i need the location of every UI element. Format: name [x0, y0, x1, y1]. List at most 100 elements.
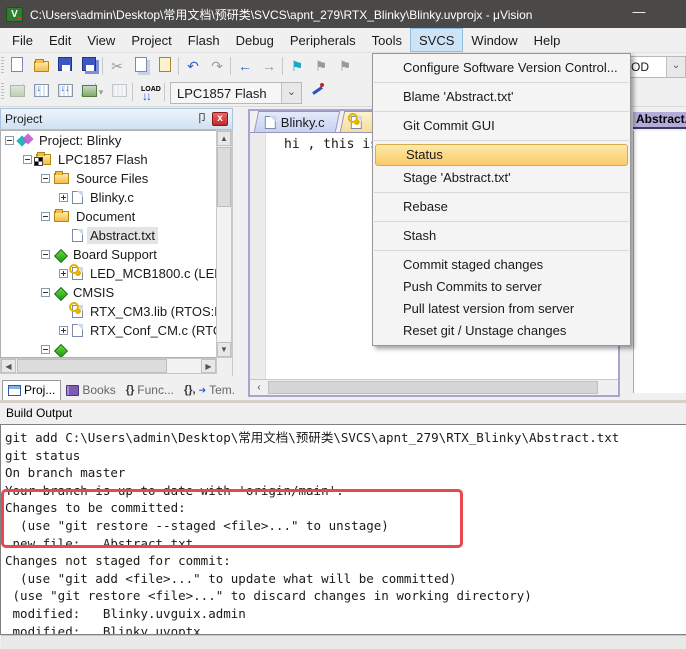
rebuild-icon[interactable]: ↓↓ — [56, 83, 74, 101]
tab-blinky-c[interactable]: Blinky.c — [254, 111, 340, 132]
menu-item-status[interactable]: Status — [375, 144, 628, 166]
expand-icon[interactable] — [59, 269, 68, 278]
collapse-icon[interactable] — [5, 136, 14, 145]
next-bookmark-icon[interactable]: ⚑ — [336, 57, 354, 75]
minimize-button[interactable]: — — [622, 0, 656, 28]
menu-debug[interactable]: Debug — [228, 28, 282, 52]
scrollbar-thumb[interactable] — [17, 359, 167, 373]
navigate-forward-icon[interactable]: → — [260, 57, 278, 75]
menu-item-git-commit-gui[interactable]: Git Commit GUI — [373, 115, 630, 137]
build-icon[interactable]: ↓ — [32, 83, 50, 101]
project-horizontal-scrollbar[interactable]: ◀ ▶ — [0, 358, 217, 374]
collapse-icon[interactable] — [41, 345, 50, 354]
scrollbar-thumb[interactable] — [268, 381, 598, 394]
menu-separator — [374, 250, 629, 251]
tab-label: Func... — [137, 383, 174, 397]
menu-item-stash[interactable]: Stash — [373, 225, 630, 247]
tab-abstract-right-pane[interactable]: Abstract.tx — [633, 112, 686, 129]
open-file-icon[interactable] — [32, 57, 50, 75]
menu-help[interactable]: Help — [526, 28, 569, 52]
tree-item-rtx-cm3[interactable]: RTX_CM3.lib (RTOS:K — [1, 302, 217, 321]
menu-item-commit-staged[interactable]: Commit staged changes — [373, 254, 630, 276]
tree-item-project[interactable]: Project: Blinky — [1, 131, 217, 150]
tree-item-board-support[interactable]: Board Support — [1, 245, 217, 264]
toolbar-separator — [178, 57, 179, 75]
undo-icon[interactable]: ↶ — [184, 57, 202, 75]
menu-peripherals[interactable]: Peripherals — [282, 28, 364, 52]
close-panel-icon[interactable]: x — [212, 112, 228, 126]
redo-icon[interactable]: ↷ — [208, 57, 226, 75]
toolbar-separator — [164, 83, 165, 101]
scroll-up-icon[interactable]: ▲ — [217, 131, 231, 146]
options-for-target-icon[interactable] — [308, 83, 326, 101]
save-all-icon[interactable] — [80, 57, 98, 75]
menu-item-configure-svc[interactable]: Configure Software Version Control... — [373, 57, 630, 79]
cut-icon[interactable]: ✂ — [108, 57, 126, 75]
target-select[interactable]: LPC1857 Flash ⌄ — [170, 82, 302, 104]
collapse-icon[interactable] — [41, 212, 50, 221]
expand-icon[interactable] — [59, 326, 68, 335]
tree-item-led-mcb1800[interactable]: LED_MCB1800.c (LED — [1, 264, 217, 283]
tree-item-cmsis[interactable]: CMSIS — [1, 283, 217, 302]
menu-item-pull[interactable]: Pull latest version from server — [373, 298, 630, 320]
chevron-down-icon[interactable]: ⌄ — [281, 83, 301, 103]
tree-item-rtx-conf[interactable]: RTX_Conf_CM.c (RTO — [1, 321, 217, 340]
menu-flash[interactable]: Flash — [180, 28, 228, 52]
expand-icon[interactable] — [59, 193, 68, 202]
menu-item-blame[interactable]: Blame 'Abstract.txt' — [373, 86, 630, 108]
editor-horizontal-scrollbar[interactable]: ‹ — [250, 379, 618, 395]
scroll-right-icon[interactable]: ▶ — [201, 359, 216, 373]
scroll-down-icon[interactable]: ▼ — [217, 342, 231, 357]
software-component-icon — [54, 287, 66, 299]
navigate-back-icon[interactable]: ← — [236, 57, 254, 75]
new-file-icon[interactable] — [8, 57, 26, 75]
paste-icon[interactable] — [156, 57, 174, 75]
pin-icon[interactable]: 卩 — [195, 112, 209, 126]
menu-file[interactable]: File — [4, 28, 41, 52]
collapse-icon[interactable] — [23, 155, 32, 164]
scroll-left-icon[interactable]: ‹ — [252, 381, 266, 394]
tree-item-label: Blinky.c — [87, 189, 137, 206]
search-combo[interactable]: OD ⌄ — [626, 56, 686, 78]
menu-view[interactable]: View — [79, 28, 123, 52]
prev-bookmark-icon[interactable]: ⚑ — [312, 57, 330, 75]
project-panel: Project 卩 x Project: Blinky LPC1857 Flas… — [0, 108, 233, 400]
build-output-scrollbar[interactable] — [1, 635, 686, 649]
tree-item-label: Abstract.txt — [87, 227, 158, 244]
tree-item-target[interactable]: LPC1857 Flash — [1, 150, 217, 169]
build-output-content[interactable]: git add C:\Users\admin\Desktop\常用文档\预研类\… — [0, 424, 686, 635]
menu-window[interactable]: Window — [463, 28, 525, 52]
project-vertical-scrollbar[interactable]: ▲ ▼ — [216, 130, 232, 358]
bookmark-icon[interactable]: ⚑ — [288, 57, 306, 75]
scroll-left-icon[interactable]: ◀ — [1, 359, 16, 373]
menu-item-rebase[interactable]: Rebase — [373, 196, 630, 218]
collapse-icon[interactable] — [41, 250, 50, 259]
menu-item-reset-git[interactable]: Reset git / Unstage changes — [373, 320, 630, 342]
menu-tools[interactable]: Tools — [364, 28, 410, 52]
collapse-icon[interactable] — [41, 174, 50, 183]
batch-build-dropdown-icon[interactable]: ▾ — [96, 83, 106, 101]
menu-item-push[interactable]: Push Commits to server — [373, 276, 630, 298]
menu-project[interactable]: Project — [123, 28, 179, 52]
tree-item-source-files[interactable]: Source Files — [1, 169, 217, 188]
tree-item-clipped[interactable] — [1, 340, 217, 358]
menu-edit[interactable]: Edit — [41, 28, 79, 52]
tree-item-blinky-c[interactable]: Blinky.c — [1, 188, 217, 207]
arrow-icon: ➜ — [199, 385, 207, 396]
right-editor-pane[interactable] — [633, 131, 686, 393]
tab-project[interactable]: Proj... — [2, 380, 61, 400]
tab-books[interactable]: Books — [61, 381, 120, 400]
functions-icon: {} — [126, 384, 135, 396]
tree-item-abstract-txt[interactable]: Abstract.txt — [1, 226, 217, 245]
tab-functions[interactable]: {} Func... — [121, 381, 179, 400]
menu-svcs[interactable]: SVCS — [410, 28, 463, 52]
collapse-icon[interactable] — [41, 288, 50, 297]
tree-item-document[interactable]: Document — [1, 207, 217, 226]
save-icon[interactable] — [56, 57, 74, 75]
translate-icon[interactable] — [8, 83, 26, 101]
stop-build-icon[interactable] — [110, 83, 128, 101]
chevron-down-icon[interactable]: ⌄ — [666, 57, 685, 77]
scrollbar-thumb[interactable] — [217, 147, 231, 207]
menu-item-stage[interactable]: Stage 'Abstract.txt' — [373, 167, 630, 189]
copy-icon[interactable] — [132, 57, 150, 75]
